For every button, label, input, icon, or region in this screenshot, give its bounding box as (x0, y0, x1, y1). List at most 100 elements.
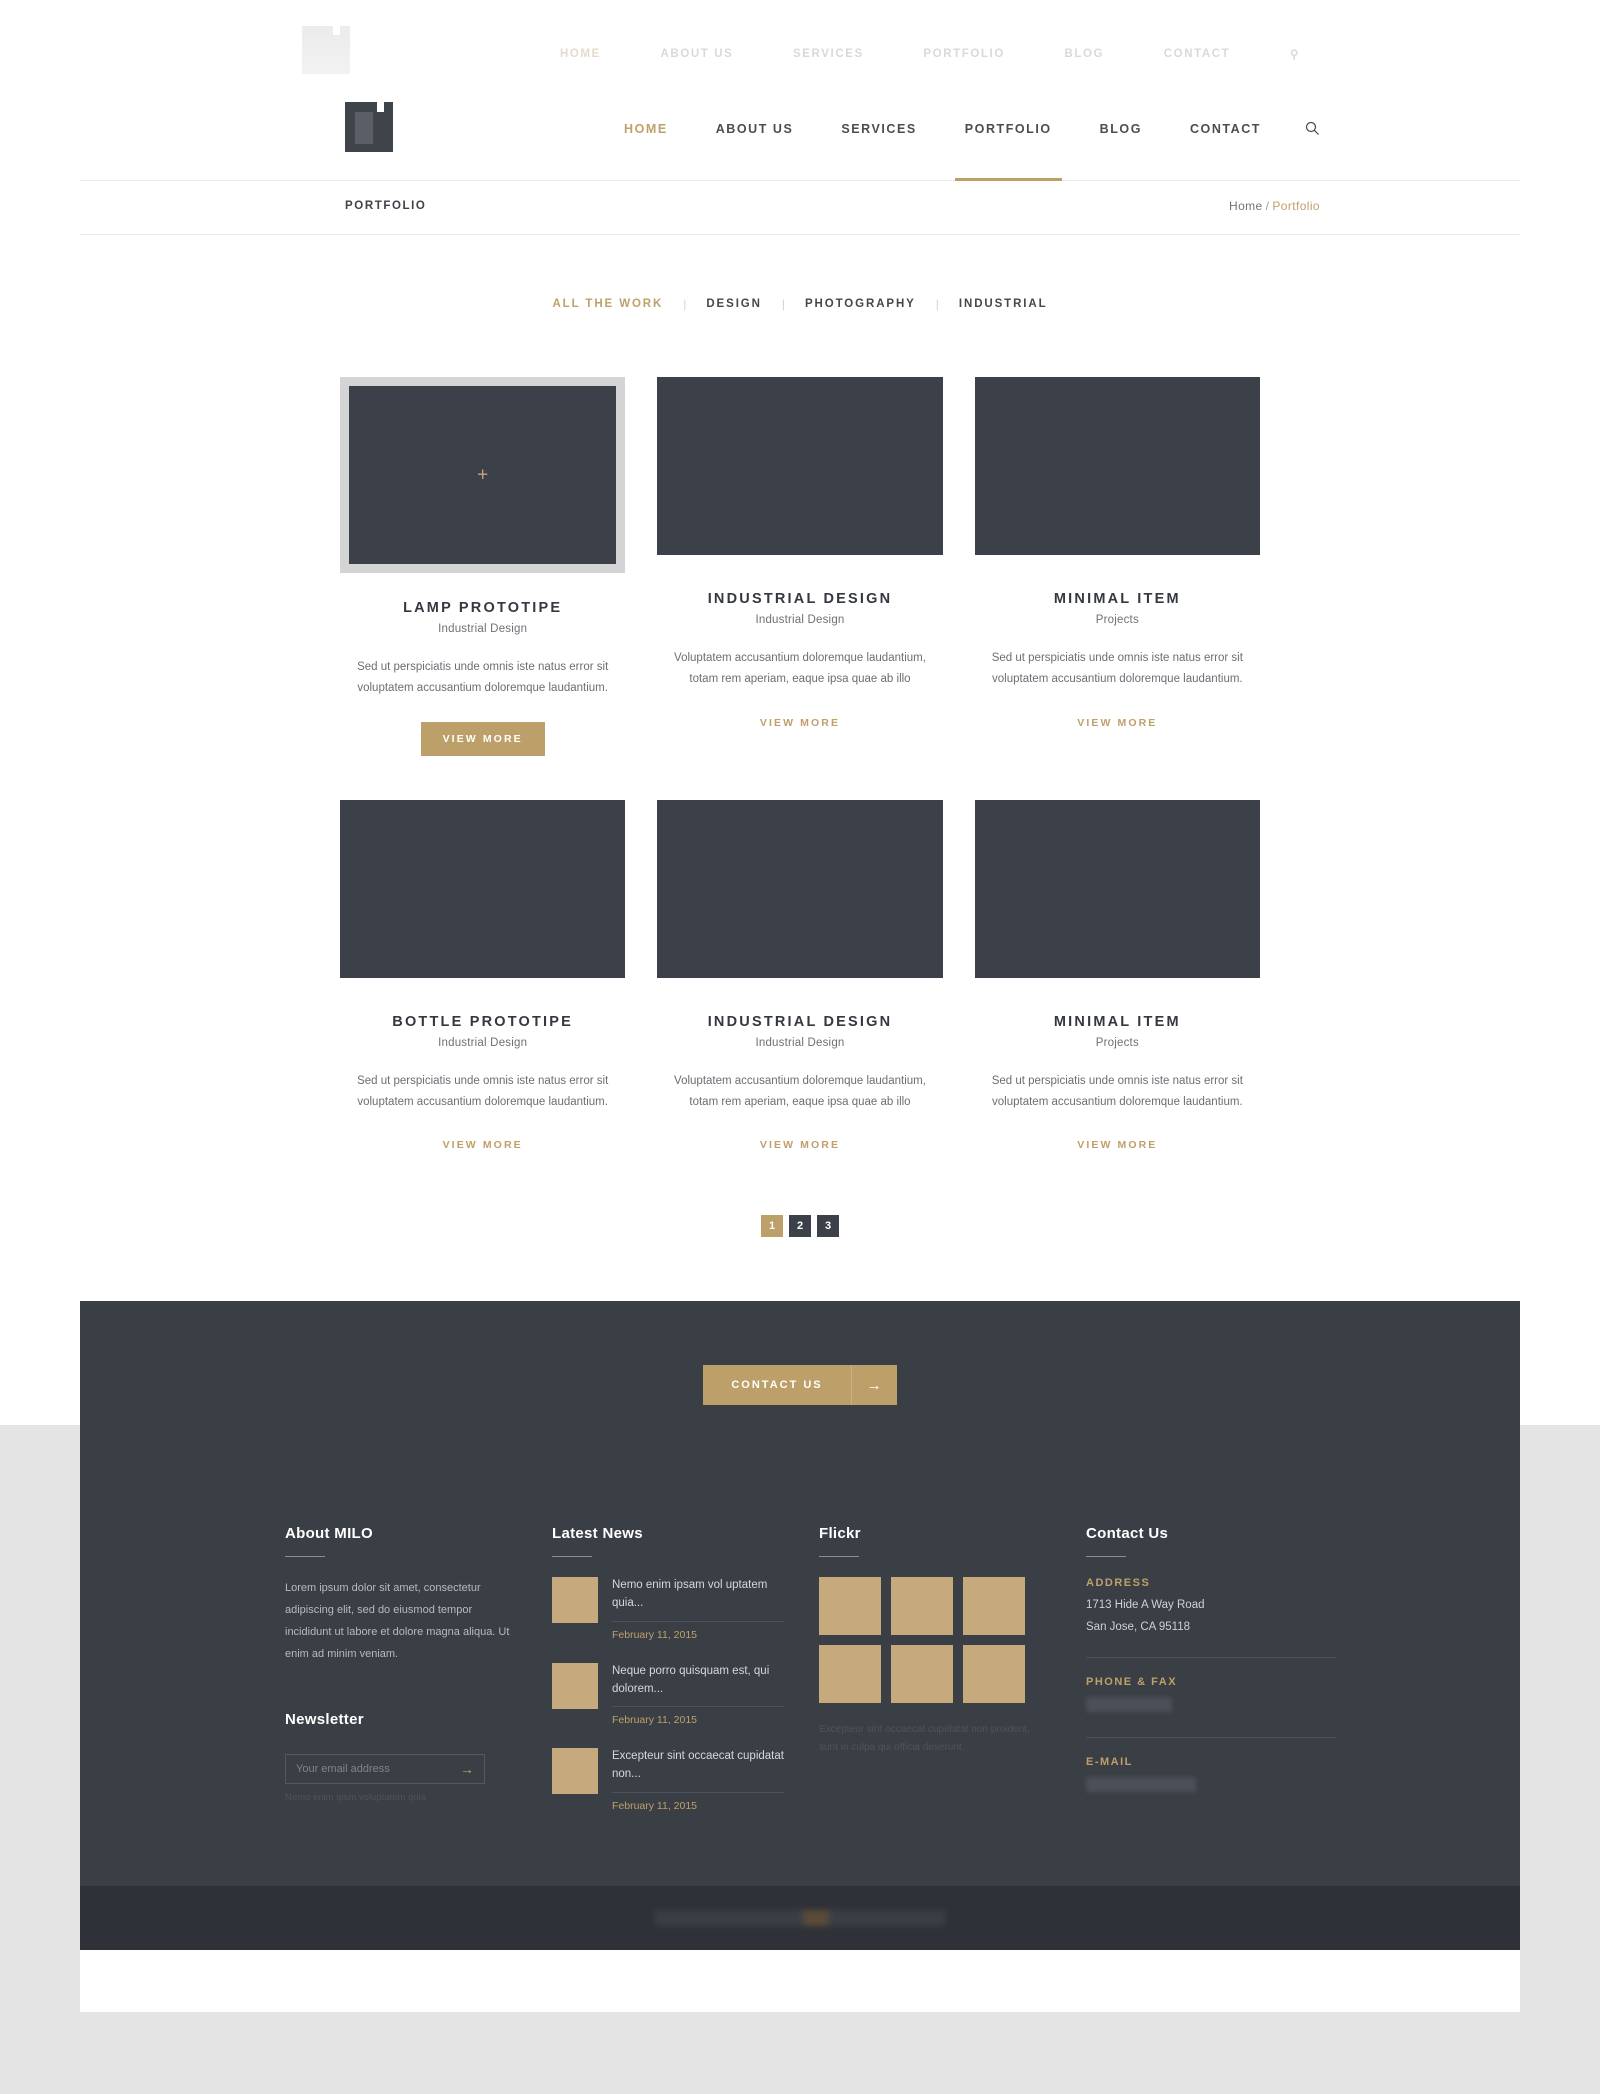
portfolio-card-description: Voluptatem accusantium doloremque laudan… (674, 652, 926, 686)
portfolio-card-cta: VIEW MORE (975, 1135, 1260, 1153)
flickr-thumbnail[interactable] (963, 1645, 1025, 1704)
flickr-thumbnail[interactable] (819, 1577, 881, 1636)
arrow-right-icon: → (850, 1365, 897, 1406)
address-line-1: 1713 Hide A Way Road (1086, 1599, 1205, 1612)
portfolio-card[interactable]: MINIMAL ITEM Projects Sed ut perspiciati… (974, 377, 1260, 756)
footer-column-news: Latest News Nemo enim ipsam vol uptatem … (552, 1525, 784, 1834)
portfolio-card[interactable]: INDUSTRIAL DESIGN Industrial Design Volu… (657, 799, 943, 1154)
flickr-thumbnail[interactable] (891, 1577, 953, 1636)
filter-design[interactable]: DESIGN (686, 298, 782, 310)
newsletter-email-input[interactable] (296, 1763, 460, 1776)
portfolio-card-cta: VIEW MORE (657, 1135, 942, 1153)
logo-inner-shape (355, 112, 373, 144)
news-item-body: Nemo enim ipsam vol uptatem quia... Febr… (612, 1577, 784, 1641)
news-item-body: Neque porro quisquam est, qui dolorem...… (612, 1663, 784, 1726)
portfolio-card[interactable]: BOTTLE PROTOTIPE Industrial Design Sed u… (340, 799, 626, 1154)
copyright-text-redacted (655, 1909, 945, 1926)
portfolio-card-title: MINIMAL ITEM (1053, 591, 1181, 607)
portfolio-thumbnail[interactable] (657, 799, 943, 978)
view-more-link[interactable]: VIEW MORE (760, 1139, 840, 1151)
phone-fax-value-redacted (1086, 1697, 1172, 1713)
pagination: 1 2 3 (80, 1215, 1520, 1238)
heading-rule (285, 1556, 325, 1558)
ghost-nav-item-blog: BLOG (1064, 48, 1105, 60)
portfolio-card-title: LAMP PROTOTIPE (403, 600, 563, 616)
portfolio-card-subtitle: Projects (1095, 1036, 1139, 1049)
pagination-page-1[interactable]: 1 (761, 1215, 783, 1238)
ghost-nav-item-services: SERVICES (793, 48, 864, 60)
ghost-logo-icon (302, 26, 350, 74)
portfolio-card-subtitle: Projects (1095, 614, 1139, 626)
nav-item-about-us[interactable]: ABOUT US (692, 76, 818, 181)
portfolio-grid-row-2: BOTTLE PROTOTIPE Industrial Design Sed u… (340, 799, 1260, 1154)
portfolio-thumbnail[interactable]: + (349, 386, 617, 564)
about-heading: About MILO (285, 1525, 373, 1543)
news-thumbnail (552, 1662, 598, 1709)
nav-item-blog[interactable]: BLOG (1076, 76, 1166, 181)
portfolio-card[interactable]: MINIMAL ITEM Projects Sed ut perspiciati… (974, 799, 1260, 1154)
news-item-divider (612, 1706, 784, 1708)
news-item-title: Excepteur sint occaecat cupidatat non... (612, 1750, 784, 1781)
contact-divider (1086, 1657, 1336, 1659)
screenshot-canvas: HOME ABOUT US SERVICES PORTFOLIO BLOG CO… (0, 0, 1600, 2094)
view-more-link[interactable]: VIEW MORE (1077, 1139, 1157, 1151)
portfolio-card-subtitle: Industrial Design (755, 1036, 845, 1049)
flickr-thumbnail[interactable] (963, 1577, 1025, 1636)
filter-industrial[interactable]: INDUSTRIAL (939, 298, 1068, 310)
news-list-item[interactable]: Nemo enim ipsam vol uptatem quia... Febr… (552, 1577, 784, 1641)
plus-icon[interactable]: + (477, 466, 488, 485)
news-list-item[interactable]: Excepteur sint occaecat cupidatat non...… (552, 1748, 784, 1812)
portfolio-card[interactable]: + LAMP PROTOTIPE Industrial Design Sed u… (340, 377, 626, 756)
news-item-body: Excepteur sint occaecat cupidatat non...… (612, 1748, 784, 1812)
view-more-link[interactable]: VIEW MORE (443, 1139, 523, 1151)
portfolio-thumbnail-frame (974, 377, 1260, 555)
view-more-link[interactable]: VIEW MORE (1077, 717, 1157, 729)
breadcrumb-home-link[interactable]: Home (1229, 199, 1263, 213)
nav-item-contact[interactable]: CONTACT (1166, 76, 1285, 181)
view-more-link[interactable]: VIEW MORE (760, 717, 840, 729)
filter-all-the-work[interactable]: ALL THE WORK (532, 298, 683, 310)
portfolio-card[interactable]: INDUSTRIAL DESIGN Industrial Design Volu… (657, 377, 943, 756)
flickr-note: Excepteur sint occaecat cupidatat non pr… (819, 1724, 1030, 1754)
portfolio-thumbnail[interactable] (974, 377, 1260, 555)
logo-notch-shape (377, 102, 384, 112)
nav-item-services[interactable]: SERVICES (817, 76, 940, 181)
newsletter-form[interactable]: → (285, 1754, 485, 1785)
portfolio-card-description: Sed ut perspiciatis unde omnis iste natu… (991, 652, 1243, 686)
portfolio-thumbnail-frame: + (340, 377, 626, 573)
footer-column-about: About MILO Lorem ipsum dolor sit amet, c… (285, 1525, 517, 1834)
flickr-thumbnail[interactable] (819, 1645, 881, 1704)
news-heading: Latest News (552, 1525, 643, 1543)
nav-item-home[interactable]: HOME (600, 76, 692, 181)
milo-logo-icon[interactable] (345, 102, 393, 152)
portfolio-card-title: MINIMAL ITEM (1053, 1013, 1181, 1030)
footer-column-contact: Contact Us ADDRESS 1713 Hide A Way Road … (1086, 1525, 1336, 1834)
portfolio-card-description: Voluptatem accusantium doloremque laudan… (674, 1074, 926, 1108)
news-item-title: Neque porro quisquam est, qui dolorem... (612, 1664, 770, 1695)
portfolio-grid-row-1: + LAMP PROTOTIPE Industrial Design Sed u… (340, 377, 1260, 756)
footer-bottom-bar (80, 1885, 1520, 1950)
breadcrumb-separator: / (1265, 199, 1270, 213)
contact-us-button[interactable]: CONTACT US → (703, 1365, 897, 1406)
news-list-item[interactable]: Neque porro quisquam est, qui dolorem...… (552, 1662, 784, 1726)
pagination-page-3[interactable]: 3 (817, 1215, 839, 1238)
news-item-divider (612, 1791, 784, 1793)
portfolio-thumbnail[interactable] (657, 377, 943, 555)
background-ghost-nav: HOME ABOUT US SERVICES PORTFOLIO BLOG CO… (0, 0, 1600, 78)
flickr-thumbnail[interactable] (891, 1645, 953, 1704)
portfolio-thumbnail[interactable] (974, 799, 1260, 978)
arrow-right-icon[interactable]: → (460, 1761, 474, 1777)
view-more-button[interactable]: VIEW MORE (420, 721, 545, 756)
portfolio-thumbnail[interactable] (340, 799, 626, 978)
portfolio-card-cta: VIEW MORE (340, 721, 625, 756)
pagination-page-2[interactable]: 2 (789, 1215, 811, 1238)
portfolio-card-title: BOTTLE PROTOTIPE (392, 1013, 574, 1030)
nav-item-portfolio[interactable]: PORTFOLIO (941, 76, 1076, 181)
portfolio-card-cta: VIEW MORE (340, 1135, 625, 1153)
ghost-nav-menu: HOME ABOUT US SERVICES PORTFOLIO BLOG CO… (560, 47, 1300, 61)
search-button[interactable] (1285, 76, 1340, 181)
search-icon (1305, 121, 1319, 135)
filter-photography[interactable]: PHOTOGRAPHY (785, 298, 936, 310)
portfolio-thumbnail-frame (340, 799, 626, 978)
contact-heading: Contact Us (1086, 1525, 1169, 1543)
